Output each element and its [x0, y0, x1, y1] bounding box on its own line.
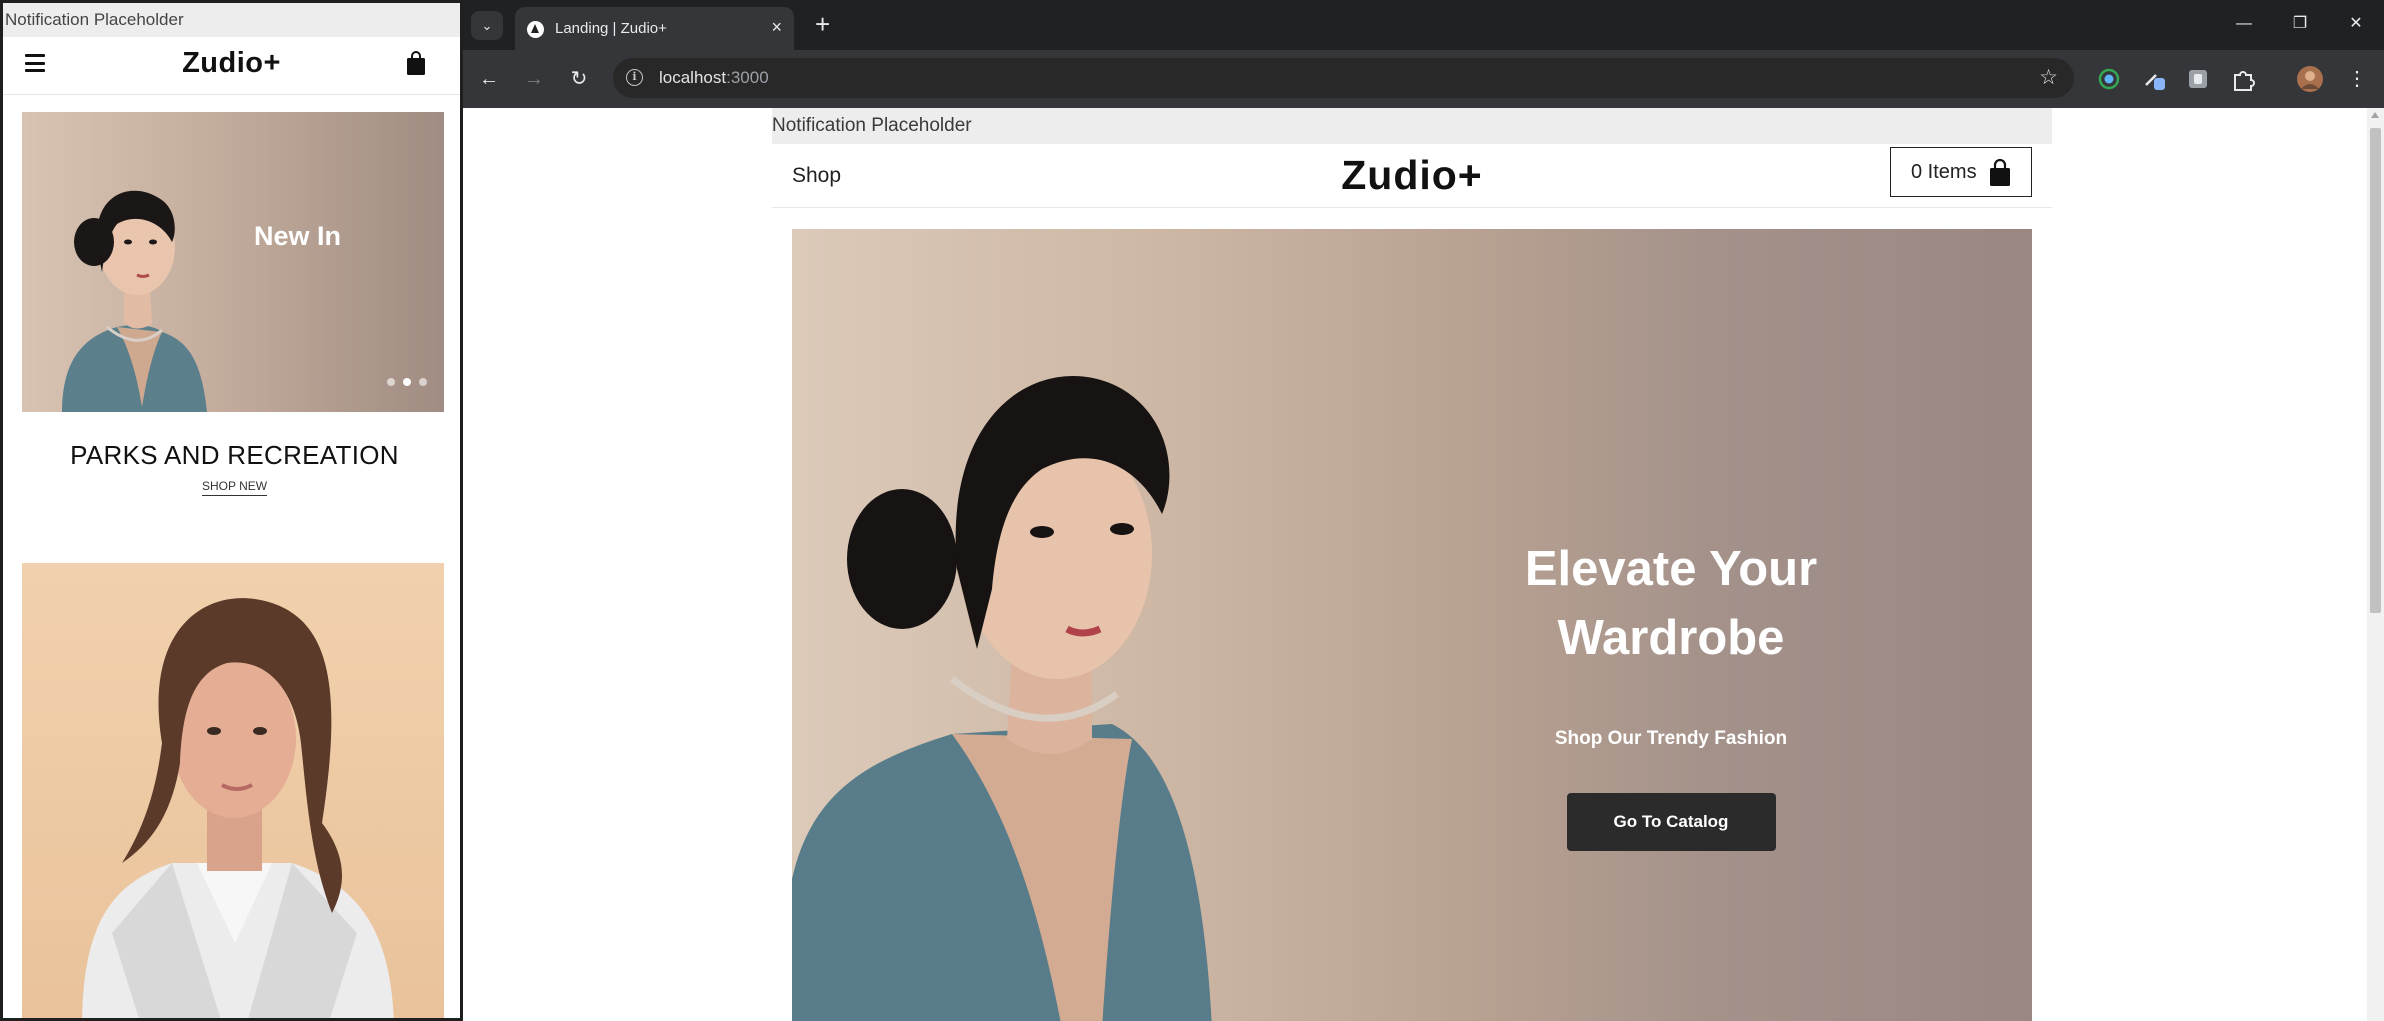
shop-new-link[interactable]: SHOP NEW	[3, 479, 460, 496]
forward-icon[interactable]: →	[519, 64, 549, 94]
browser-window: ⌄ Landing | Zudio+ × + — ❐ ✕ ← → ↻ i loc…	[463, 0, 2384, 1021]
mobile-preview-window: Notification Placeholder Zudio+ New In P…	[0, 0, 463, 1021]
mobile-hero-carousel[interactable]: New In	[22, 112, 444, 412]
tab-landing[interactable]: Landing | Zudio+ ×	[515, 7, 794, 50]
carousel-slide-title: New In	[254, 221, 342, 251]
extensions-icon[interactable]	[2229, 65, 2257, 93]
mobile-logo[interactable]: Zudio+	[3, 47, 460, 80]
tab-search-button[interactable]: ⌄	[471, 11, 503, 40]
site-info-icon[interactable]: i	[626, 69, 643, 86]
hero-banner: Elevate Your Wardrobe Shop Our Trendy Fa…	[792, 229, 2032, 1021]
go-to-catalog-button[interactable]: Go To Catalog	[1566, 793, 1776, 851]
extension-gray-icon[interactable]	[2184, 65, 2212, 93]
carousel-dot-active[interactable]	[403, 378, 411, 386]
shopping-bag-icon[interactable]	[406, 50, 426, 76]
zudio-site: Notification Placeholder Shop Zudio+ 0 I…	[772, 108, 2052, 1021]
reload-icon[interactable]: ↻	[564, 64, 594, 94]
notification-bar: Notification Placeholder	[772, 108, 2052, 144]
page-viewport: Notification Placeholder Shop Zudio+ 0 I…	[463, 108, 2384, 1021]
carousel-dot[interactable]	[387, 378, 395, 386]
shop-new-label[interactable]: SHOP NEW	[201, 479, 268, 496]
restore-icon[interactable]: ❐	[2272, 0, 2328, 50]
model-photo-blazer	[82, 598, 394, 1018]
profile-avatar[interactable]	[2296, 65, 2324, 93]
cart-count-label: 0 Items	[1911, 161, 1977, 183]
shopping-bag-icon	[1990, 159, 2010, 186]
carousel-dot[interactable]	[419, 378, 427, 386]
site-header: Shop Zudio+ 0 Items	[772, 144, 2052, 208]
mobile-notification-bar: Notification Placeholder	[3, 3, 460, 37]
carousel-dots	[387, 378, 427, 386]
scroll-thumb[interactable]	[2370, 128, 2381, 613]
scroll-up-arrow-icon[interactable]	[2371, 112, 2379, 118]
collection-photo[interactable]	[22, 563, 444, 1018]
tab-strip: ⌄ Landing | Zudio+ × + — ❐ ✕	[463, 0, 2384, 50]
hero-title: Elevate Your Wardrobe	[1524, 542, 1818, 665]
page-scrollbar[interactable]	[2367, 108, 2384, 1021]
tab-title: Landing | Zudio+	[555, 20, 667, 37]
mobile-header: Zudio+	[3, 37, 460, 95]
cart-button[interactable]: 0 Items	[1890, 147, 2032, 197]
site-logo[interactable]: Zudio+	[772, 152, 2052, 199]
collection-title: PARKS AND RECREATION	[70, 440, 399, 470]
back-icon[interactable]: ←	[474, 64, 504, 94]
hero-subtitle: Shop Our Trendy Fashion	[1554, 728, 1788, 749]
new-tab-button[interactable]: +	[815, 9, 830, 40]
kebab-menu-icon[interactable]: ⋮	[2342, 64, 2372, 94]
model-photo	[62, 190, 207, 412]
minimize-icon[interactable]: —	[2216, 0, 2272, 50]
favicon-icon	[527, 21, 544, 38]
url-text[interactable]: localhost:3000	[659, 68, 769, 88]
url-port: :3000	[726, 68, 769, 87]
bookmark-star-icon[interactable]: ☆	[2039, 65, 2058, 90]
extension-puzzle-badge-icon[interactable]	[2140, 65, 2168, 93]
hero-text-block: Elevate Your Wardrobe Shop Our Trendy Fa…	[1476, 535, 1866, 851]
extension-green-icon[interactable]	[2095, 65, 2123, 93]
close-tab-icon[interactable]: ×	[771, 17, 782, 38]
browser-toolbar: ← → ↻ i localhost:3000 ☆ ⋮	[463, 50, 2384, 108]
url-host: localhost	[659, 68, 727, 87]
address-bar[interactable]: i localhost:3000 ☆	[613, 58, 2074, 98]
window-controls: — ❐ ✕	[2216, 0, 2384, 50]
close-icon[interactable]: ✕	[2328, 0, 2384, 50]
